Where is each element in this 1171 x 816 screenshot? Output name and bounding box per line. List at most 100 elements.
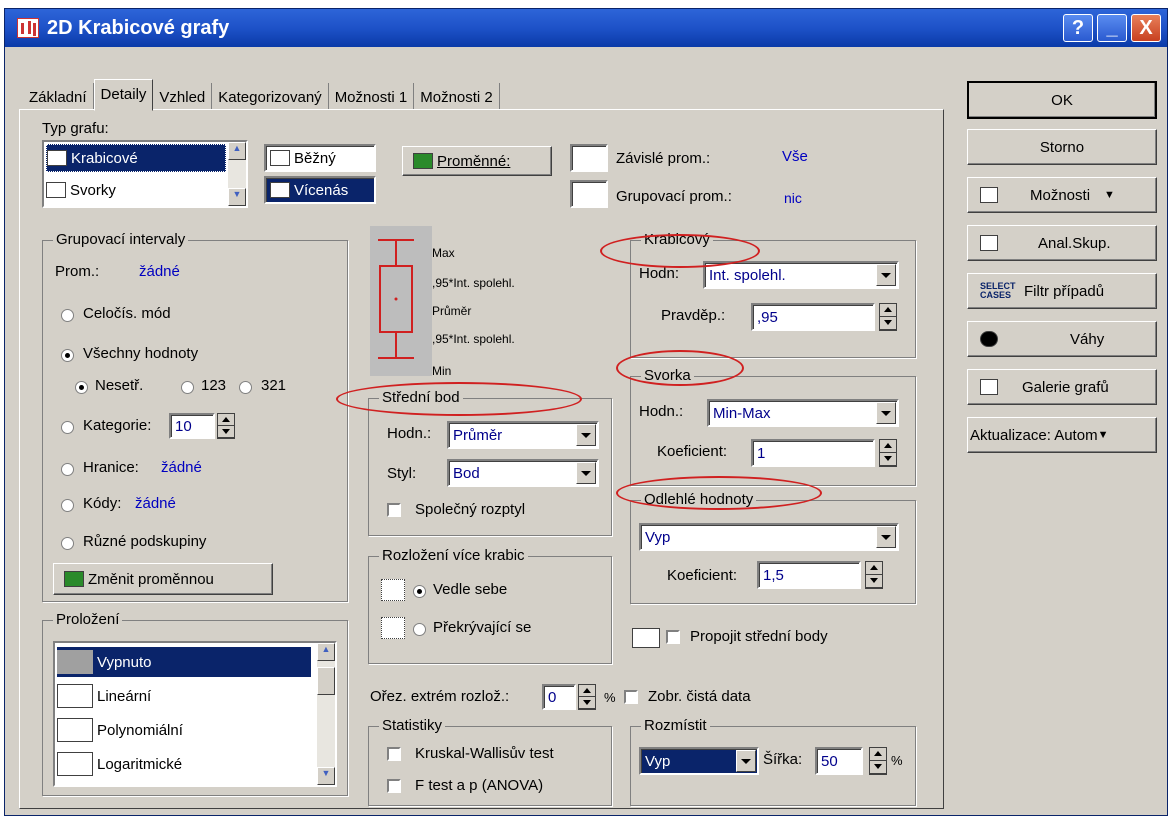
- sirka-input[interactable]: 50: [815, 747, 863, 775]
- odlehle-koef-spinner[interactable]: [865, 561, 883, 589]
- rozmistit-select[interactable]: Vyp: [639, 747, 759, 775]
- legend-prumer: Průměr: [432, 304, 472, 318]
- kategorie-radio[interactable]: [61, 421, 74, 434]
- odlehle-koef-label: Koeficient:: [667, 567, 738, 584]
- statistiky-title: Statistiky: [379, 717, 446, 734]
- help-button[interactable]: ?: [1063, 14, 1093, 42]
- dropdown-arrow-icon[interactable]: [576, 462, 596, 484]
- r321-radio[interactable]: [239, 381, 252, 394]
- pravdep-spinner[interactable]: [879, 303, 897, 331]
- svorka-koef-input[interactable]: 1: [751, 439, 875, 467]
- prolozeni-title: Proložení: [53, 611, 123, 628]
- title-bar[interactable]: 2D Krabicové grafy ? _ X: [5, 9, 1167, 47]
- scroll-thumb[interactable]: [317, 667, 335, 695]
- anal-skup-button[interactable]: Anal.Skup.: [967, 225, 1157, 261]
- krabicovy-hodn-select[interactable]: Int. spolehl.: [703, 261, 899, 289]
- spolecny-rozptyl-checkbox[interactable]: [387, 503, 401, 517]
- tab-vzhled[interactable]: Vzhled: [153, 83, 213, 109]
- galerie-grafu-button[interactable]: Galerie grafů: [967, 369, 1157, 405]
- scroll-down-icon[interactable]: ▼: [228, 188, 246, 206]
- vedle-label: Vedle sebe: [433, 581, 508, 598]
- prolozeni-list[interactable]: Vypnuto Lineární Polynomiální Logaritmic…: [53, 641, 337, 787]
- orez-spinner[interactable]: [578, 684, 596, 710]
- tab-panel: Typ grafu: Krabicové Svorky ▲ ▼ Běžný Ví…: [19, 109, 944, 809]
- list-item-krabicove[interactable]: Krabicové: [46, 144, 226, 172]
- svorka-koef-spinner[interactable]: [879, 439, 897, 467]
- typ-grafu-list[interactable]: Krabicové Svorky ▲ ▼: [42, 140, 248, 208]
- kruskal-checkbox[interactable]: [387, 747, 401, 761]
- hranice-value: žádné: [161, 459, 202, 476]
- list-item-polynomialni[interactable]: Polynomiální: [57, 715, 311, 745]
- vahy-button[interactable]: Váhy: [967, 321, 1157, 357]
- select-cases-icon: SELECT CASES: [980, 281, 1016, 300]
- logarithmic-fit-icon: [57, 752, 93, 776]
- grupovaci-label: Grupovací prom.:: [616, 188, 732, 205]
- styl-label: Styl:: [387, 465, 417, 482]
- nesetr-radio[interactable]: [75, 381, 88, 394]
- list-item-logaritmicke[interactable]: Logaritmické: [57, 749, 311, 779]
- scroll-up-icon[interactable]: ▲: [317, 643, 335, 661]
- sirka-label: Šířka:: [763, 751, 803, 768]
- minimize-button[interactable]: _: [1097, 14, 1127, 42]
- ftest-checkbox[interactable]: [387, 779, 401, 793]
- tab-kategorizovany[interactable]: Kategorizovaný: [212, 83, 329, 109]
- tab-moznosti-2[interactable]: Možnosti 2: [414, 83, 500, 109]
- list-item-svorky[interactable]: Svorky: [46, 176, 226, 204]
- ok-button[interactable]: OK: [967, 81, 1157, 119]
- odlehle-koef-input[interactable]: 1,5: [757, 561, 861, 589]
- prolozeni-scrollbar[interactable]: ▲ ▼: [317, 643, 335, 785]
- dropdown-arrow-icon[interactable]: [736, 750, 756, 772]
- typ-grafu-scrollbar[interactable]: ▲ ▼: [228, 142, 246, 206]
- tab-zakladni[interactable]: Základní: [23, 83, 94, 109]
- zobr-checkbox[interactable]: [624, 690, 638, 704]
- list-item-linearni[interactable]: Lineární: [57, 681, 311, 711]
- prom-value: žádné: [139, 263, 180, 280]
- variables-icon: [413, 153, 433, 169]
- moznosti-button[interactable]: Možnosti ▼: [967, 177, 1157, 213]
- kategorie-spinner[interactable]: [217, 413, 235, 439]
- hranice-radio[interactable]: [61, 463, 74, 476]
- kategorie-label: Kategorie:: [83, 417, 152, 434]
- grupovaci-intervaly-group: Grupovací intervaly Prom.: žádné Celočís…: [42, 231, 348, 602]
- svorka-hodn-select[interactable]: Min-Max: [707, 399, 899, 427]
- vsechny-radio[interactable]: [61, 349, 74, 362]
- kody-label: Kódy:: [83, 495, 122, 512]
- aktualizace-button[interactable]: Aktualizace: Autom ▼: [967, 417, 1157, 453]
- promenne-button[interactable]: Proměnné:: [402, 146, 552, 176]
- celocis-radio[interactable]: [61, 309, 74, 322]
- tab-moznosti-1[interactable]: Možnosti 1: [329, 83, 415, 109]
- kody-radio[interactable]: [61, 499, 74, 512]
- kategorie-input[interactable]: 10: [169, 413, 215, 439]
- zmenit-promennou-button[interactable]: Změnit proměnnou: [53, 563, 273, 595]
- grouping-vars-icon: [570, 180, 608, 208]
- legend-int-up: ,95*Int. spolehl.: [432, 276, 515, 290]
- orez-input[interactable]: 0: [542, 684, 576, 710]
- close-button[interactable]: X: [1131, 14, 1161, 42]
- dropdown-arrow-icon[interactable]: [876, 264, 896, 286]
- vedle-radio[interactable]: [413, 585, 426, 598]
- prekryvajici-radio[interactable]: [413, 623, 426, 636]
- nesetr-label: Nesetř.: [95, 377, 144, 394]
- styl-select[interactable]: Bod: [447, 459, 599, 487]
- sirka-spinner[interactable]: [869, 747, 887, 775]
- hranice-label: Hranice:: [83, 459, 139, 476]
- dropdown-arrow-icon[interactable]: [576, 424, 596, 446]
- scroll-up-icon[interactable]: ▲: [228, 142, 246, 160]
- list-item-vypnuto[interactable]: Vypnuto: [57, 647, 311, 677]
- propojit-checkbox[interactable]: [666, 630, 680, 644]
- ruzne-radio[interactable]: [61, 537, 74, 550]
- stredni-hodn-select[interactable]: Průměr: [447, 421, 599, 449]
- bezny-option[interactable]: Běžný: [264, 144, 376, 172]
- dropdown-arrow-icon[interactable]: [876, 402, 896, 424]
- filtr-pripadu-button[interactable]: SELECT CASES Filtr případů: [967, 273, 1157, 309]
- storno-button[interactable]: Storno: [967, 129, 1157, 165]
- dropdown-arrow-icon[interactable]: [876, 526, 896, 548]
- odlehle-select[interactable]: Vyp: [639, 523, 899, 551]
- pravdep-input[interactable]: ,95: [751, 303, 875, 331]
- r123-radio[interactable]: [181, 381, 194, 394]
- legend-max: Max: [432, 246, 455, 260]
- celocis-label: Celočís. mód: [83, 305, 171, 322]
- vicenas-option[interactable]: Vícenás: [264, 176, 376, 204]
- scroll-down-icon[interactable]: ▼: [317, 767, 335, 785]
- tab-detaily[interactable]: Detaily: [93, 79, 154, 111]
